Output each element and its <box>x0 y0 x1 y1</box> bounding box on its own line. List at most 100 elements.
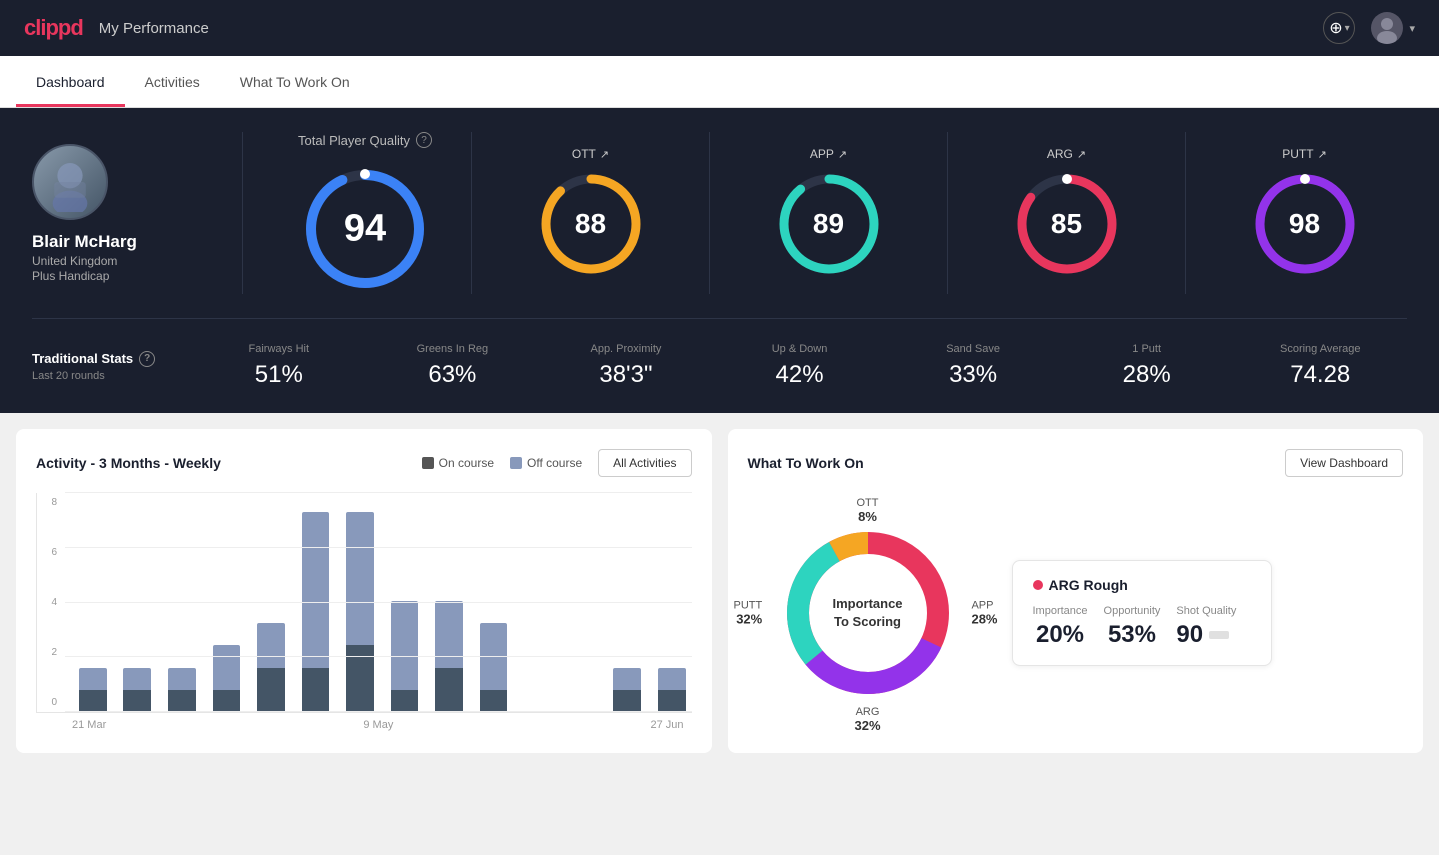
x-label-jun: 27 Jun <box>650 719 683 731</box>
bar-group <box>429 501 469 712</box>
all-activities-button[interactable]: All Activities <box>598 449 691 477</box>
player-name: Blair McHarg <box>32 232 137 252</box>
on-course-bar <box>613 690 641 712</box>
trad-label: Traditional Stats ? Last 20 rounds <box>32 351 192 382</box>
detail-dot <box>1033 580 1043 590</box>
arg-arrow-icon: ↗ <box>1077 148 1086 161</box>
on-course-bar <box>213 690 241 712</box>
stat-scoring-value: 74.28 <box>1233 361 1407 389</box>
bar-stack <box>474 501 514 712</box>
bar-stack <box>518 501 558 712</box>
stat-updown-value: 42% <box>713 361 887 389</box>
off-course-bar <box>613 668 641 690</box>
stat-scoring: Scoring Average 74.28 <box>1233 343 1407 389</box>
bar-group <box>474 501 514 712</box>
app-label: APP ↗ <box>810 147 847 161</box>
chart-container: 8 6 4 2 0 21 Mar 9 May 27 Jun <box>36 493 692 731</box>
on-course-bar <box>79 690 107 712</box>
ott-ring: 88 <box>536 169 646 279</box>
detail-card-title: ARG Rough <box>1033 577 1251 593</box>
bar-stack <box>73 501 113 712</box>
trad-info-icon[interactable]: ? <box>139 351 155 367</box>
header: clippd My Performance ⊕ ▾ ▾ <box>0 0 1439 56</box>
on-course-bar <box>257 668 285 712</box>
add-chevron: ▾ <box>1345 23 1350 34</box>
donut-chart-area: Importance To Scoring OTT 8% APP 28% ARG <box>748 493 988 733</box>
user-avatar-button[interactable]: ▾ <box>1371 12 1415 44</box>
arg-label: ARG ↗ <box>1047 147 1086 161</box>
putt-label: PUTT ↗ <box>1282 147 1327 161</box>
off-course-bar <box>435 601 463 668</box>
tpq-ring-wrap: Total Player Quality ? 94 <box>275 132 455 294</box>
on-course-bar <box>302 668 330 712</box>
gridline-6 <box>65 547 692 548</box>
view-dashboard-button[interactable]: View Dashboard <box>1285 449 1403 477</box>
bar-stack <box>563 501 603 712</box>
logo[interactable]: clippd <box>24 15 83 41</box>
bar-group <box>385 501 425 712</box>
tab-activities[interactable]: Activities <box>125 56 220 107</box>
bar-group <box>162 501 202 712</box>
off-course-bar <box>123 668 151 690</box>
y-label-4: 4 <box>37 597 61 608</box>
stat-items: Fairways Hit 51% Greens In Reg 63% App. … <box>192 343 1407 389</box>
off-course-bar <box>168 668 196 690</box>
add-button[interactable]: ⊕ ▾ <box>1323 12 1355 44</box>
on-course-bar <box>123 690 151 712</box>
gridline-4 <box>65 602 692 603</box>
putt-arrow-icon: ↗ <box>1318 148 1327 161</box>
activity-card-header: Activity - 3 Months - Weekly On course O… <box>36 449 692 477</box>
on-course-bar <box>658 690 686 712</box>
detail-shot-quality-value: 90 <box>1176 621 1203 649</box>
work-on-title: What To Work On <box>748 455 864 471</box>
tpq-ring: 94 <box>300 164 430 294</box>
gridline-8 <box>65 492 692 493</box>
putt-value: 98 <box>1289 208 1320 240</box>
work-on-card: What To Work On View Dashboard <box>728 429 1424 753</box>
x-labels: 21 Mar 9 May 27 Jun <box>36 713 692 731</box>
bar-group <box>652 501 692 712</box>
putt-ring-item: PUTT ↗ 98 <box>1202 147 1407 279</box>
tpq-value: 94 <box>344 208 386 251</box>
bar-stack <box>118 501 158 712</box>
avatar <box>32 144 108 220</box>
tab-dashboard[interactable]: Dashboard <box>16 56 125 107</box>
bar-stack <box>385 501 425 712</box>
chart-legend: On course Off course <box>422 456 583 470</box>
off-course-bar <box>391 601 419 690</box>
stat-scoring-label: Scoring Average <box>1233 343 1407 355</box>
off-course-bar <box>213 645 241 689</box>
tpq-info-icon[interactable]: ? <box>416 132 432 148</box>
stat-sandsave: Sand Save 33% <box>886 343 1060 389</box>
stat-updown: Up & Down 42% <box>713 343 887 389</box>
detail-metrics: Importance 20% Opportunity 53% Shot Qual… <box>1033 605 1251 649</box>
stat-fairways: Fairways Hit 51% <box>192 343 366 389</box>
on-course-bar <box>480 690 508 712</box>
off-course-bar <box>346 512 374 645</box>
donut-wrap: Importance To Scoring OTT 8% APP 28% ARG <box>748 493 988 733</box>
arg-value: 85 <box>1051 208 1082 240</box>
tpq-title: Total Player Quality ? <box>298 132 432 148</box>
header-right: ⊕ ▾ ▾ <box>1323 12 1415 44</box>
detail-opportunity-label: Opportunity <box>1104 605 1161 617</box>
header-left: clippd My Performance <box>24 15 209 41</box>
activity-chart-title: Activity - 3 Months - Weekly <box>36 455 221 471</box>
activity-card: Activity - 3 Months - Weekly On course O… <box>16 429 712 753</box>
traditional-stats: Traditional Stats ? Last 20 rounds Fairw… <box>32 343 1407 389</box>
app-ring-item: APP ↗ 89 <box>726 147 931 279</box>
detail-shot-quality-label: Shot Quality <box>1176 605 1236 617</box>
tab-what-to-work-on[interactable]: What To Work On <box>220 56 370 107</box>
stat-sandsave-value: 33% <box>886 361 1060 389</box>
bar-group <box>563 501 603 712</box>
player-country: United Kingdom <box>32 254 117 268</box>
stat-fairways-value: 51% <box>192 361 366 389</box>
detail-card: ARG Rough Importance 20% Opportunity 53%… <box>1012 560 1272 666</box>
stat-updown-label: Up & Down <box>713 343 887 355</box>
stat-greens: Greens In Reg 63% <box>366 343 540 389</box>
bar-stack <box>429 501 469 712</box>
bar-stack <box>251 501 291 712</box>
stat-greens-value: 63% <box>366 361 540 389</box>
app-value: 89 <box>813 208 844 240</box>
tab-bar: Dashboard Activities What To Work On <box>0 56 1439 108</box>
stats-banner: Blair McHarg United Kingdom Plus Handica… <box>0 108 1439 413</box>
